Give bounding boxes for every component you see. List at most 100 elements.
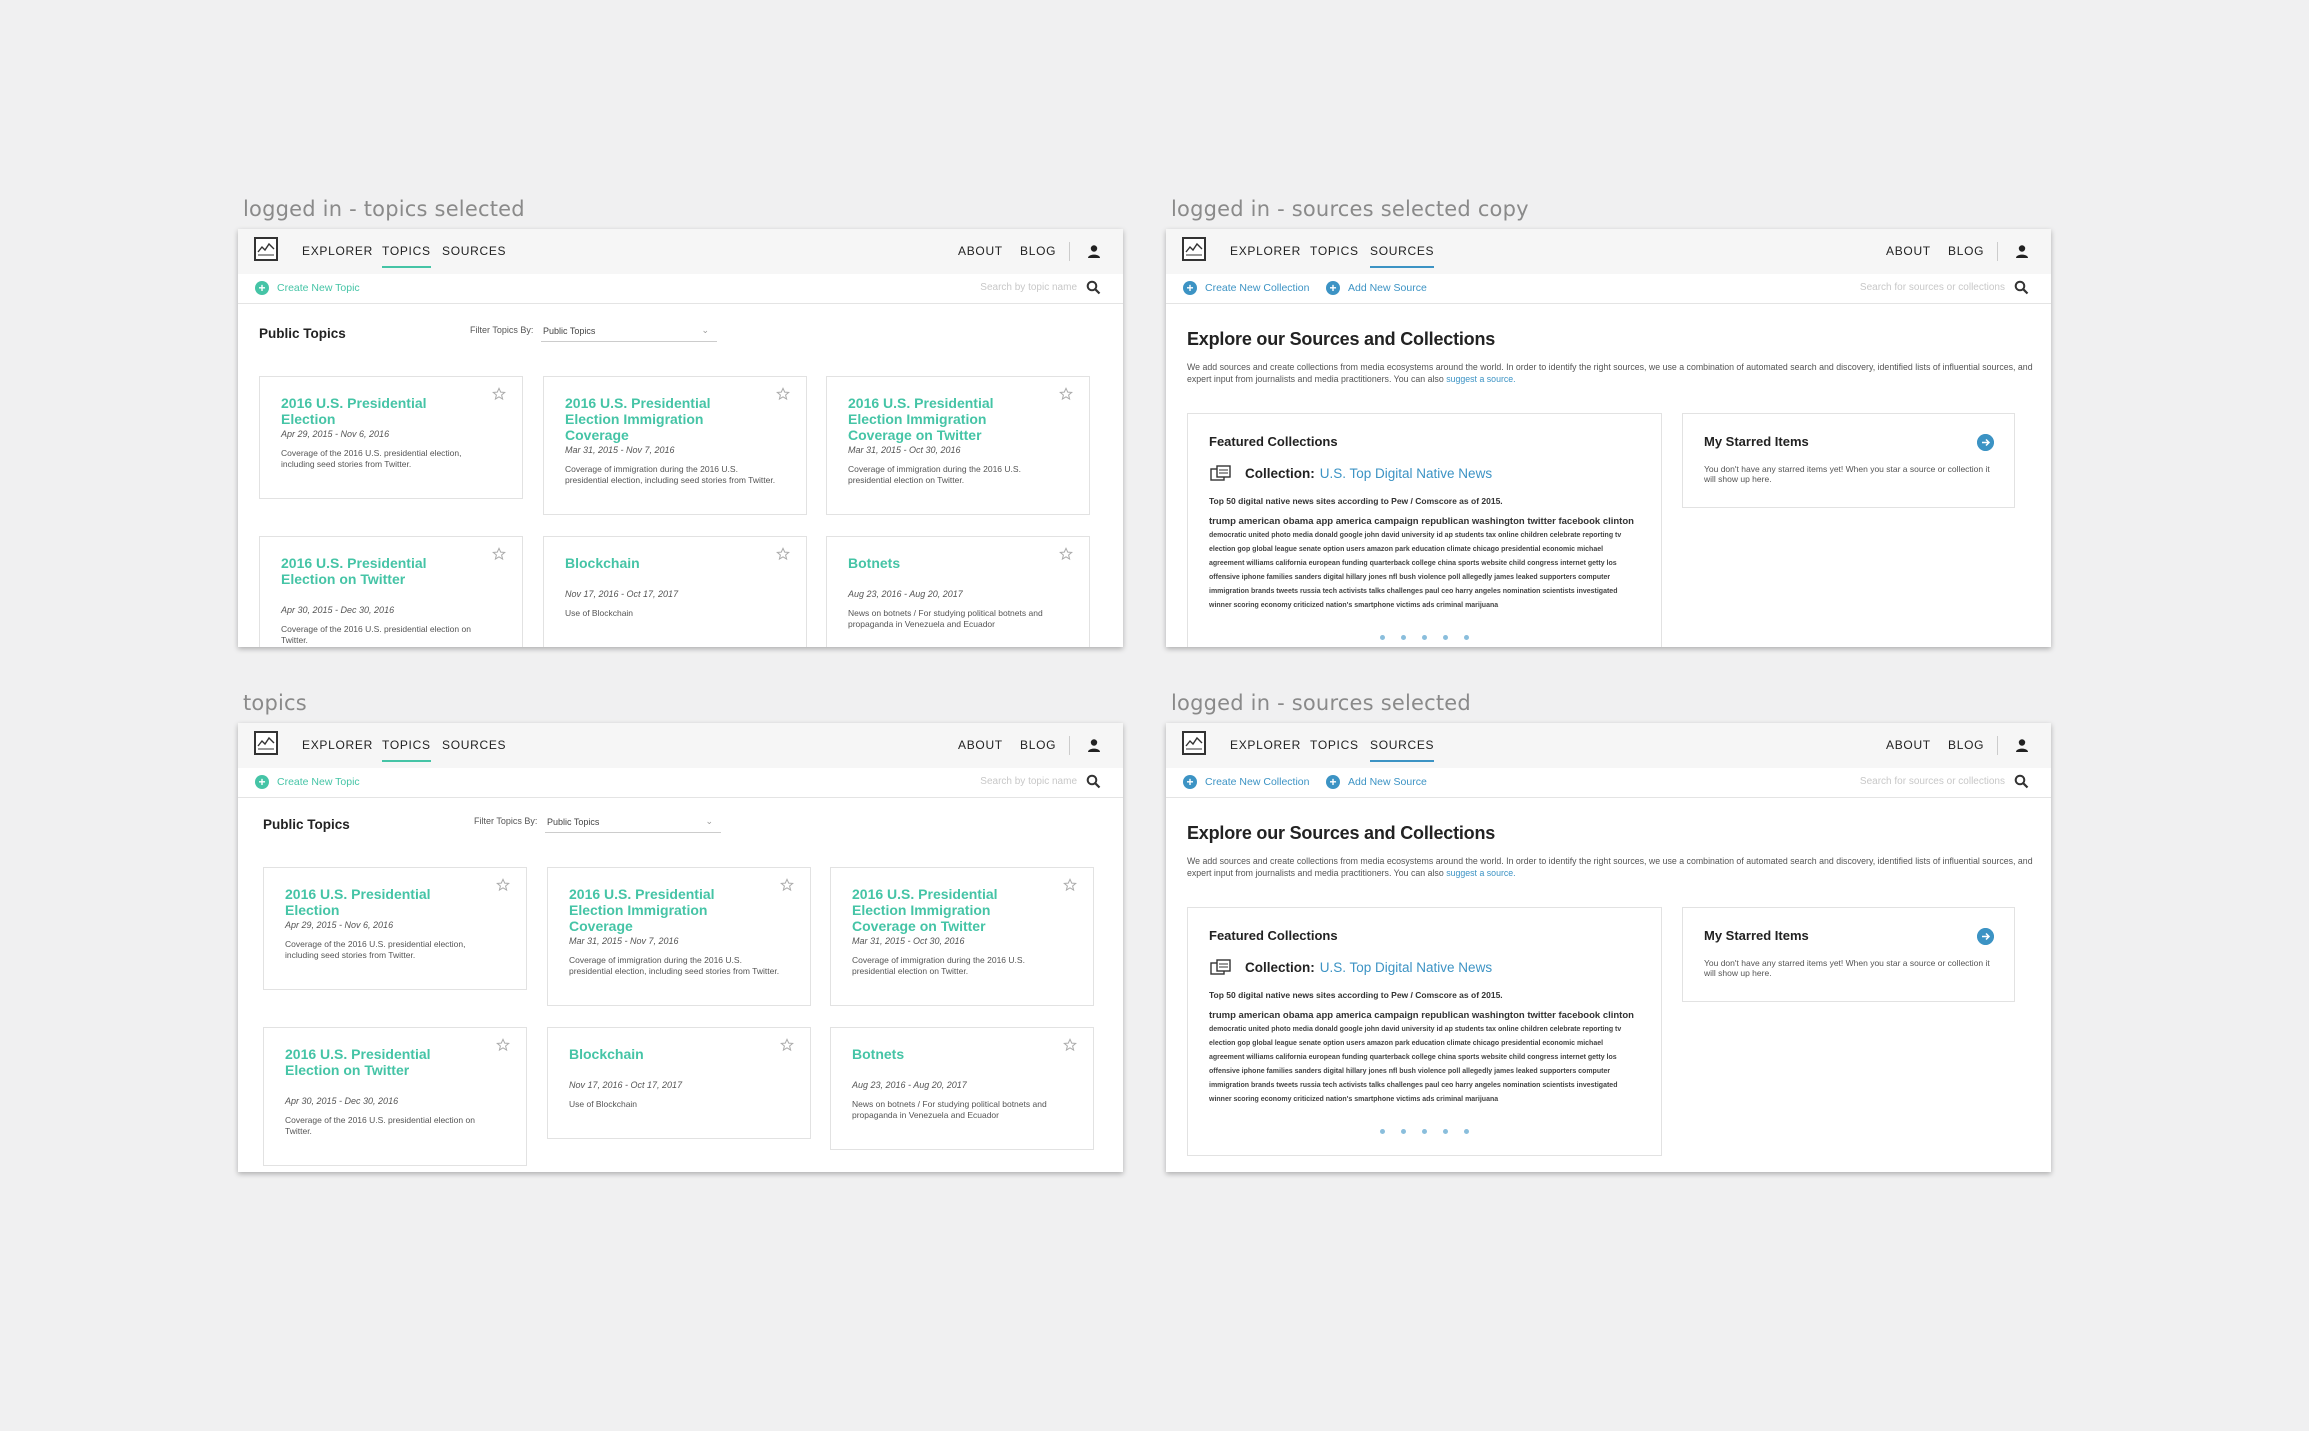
- search-icon[interactable]: [2014, 774, 2029, 789]
- topic-title[interactable]: 2016 U.S. Presidential Election Immigrat…: [565, 395, 765, 443]
- topic-title[interactable]: Blockchain: [565, 555, 765, 571]
- filter-select[interactable]: Public Topics ⌄: [541, 324, 717, 342]
- topic-description: Coverage of immigration during the 2016 …: [848, 464, 1021, 485]
- topic-title[interactable]: 2016 U.S. Presidential Election on Twitt…: [285, 1046, 485, 1078]
- arrow-right-icon[interactable]: [1977, 928, 1994, 945]
- topic-description: Coverage of immigration during the 2016 …: [569, 955, 780, 976]
- nav-sources[interactable]: SOURCES: [1370, 723, 1435, 768]
- topic-card[interactable]: 2016 U.S. Presidential Election Immigrat…: [543, 376, 807, 515]
- carousel-dots[interactable]: [1188, 1126, 1661, 1137]
- topic-card[interactable]: Blockchain Nov 17, 2016 - Oct 17, 2017 U…: [547, 1027, 811, 1139]
- nav-divider: [1069, 736, 1070, 755]
- user-icon[interactable]: [2015, 244, 2029, 259]
- nav-sources[interactable]: SOURCES: [442, 229, 506, 274]
- nav-divider: [1997, 242, 1998, 261]
- search-icon[interactable]: [2014, 280, 2029, 295]
- topic-date: Aug 23, 2016 - Aug 20, 2017: [852, 1080, 967, 1090]
- search-input[interactable]: Search by topic name: [980, 776, 1077, 787]
- nav-about[interactable]: ABOUT: [958, 229, 1003, 274]
- nav-blog[interactable]: BLOG: [1948, 229, 1984, 274]
- topic-card[interactable]: 2016 U.S. Presidential Election Apr 29, …: [259, 376, 523, 499]
- star-icon[interactable]: [776, 547, 790, 561]
- nav-blog[interactable]: BLOG: [1020, 229, 1056, 274]
- nav-explorer[interactable]: EXPLORER: [302, 723, 373, 768]
- search-input[interactable]: Search by topic name: [980, 282, 1077, 293]
- topic-card[interactable]: 2016 U.S. Presidential Election Apr 29, …: [263, 867, 527, 990]
- topic-card[interactable]: Blockchain Nov 17, 2016 - Oct 17, 2017 U…: [543, 536, 807, 647]
- topic-card[interactable]: 2016 U.S. Presidential Election on Twitt…: [259, 536, 523, 647]
- star-icon[interactable]: [780, 1038, 794, 1052]
- topic-card[interactable]: 2016 U.S. Presidential Election Immigrat…: [547, 867, 811, 1006]
- topics-screen: EXPLORER TOPICS SOURCES ABOUT BLOG + Crea…: [238, 229, 1123, 647]
- nav-topics[interactable]: TOPICS: [382, 723, 431, 768]
- topic-card[interactable]: 2016 U.S. Presidential Election Immigrat…: [826, 376, 1090, 515]
- top-nav: EXPLORER TOPICS SOURCES ABOUT BLOG: [1166, 723, 2051, 768]
- suggest-source-link[interactable]: suggest a source.: [1446, 374, 1515, 384]
- page-title: Public Topics: [259, 326, 346, 341]
- star-icon[interactable]: [1063, 878, 1077, 892]
- topic-title[interactable]: 2016 U.S. Presidential Election on Twitt…: [281, 555, 481, 587]
- collection-link[interactable]: U.S. Top Digital Native News: [1320, 466, 1492, 481]
- topic-title[interactable]: Botnets: [848, 555, 1048, 571]
- nav-about[interactable]: ABOUT: [1886, 229, 1931, 274]
- media-cloud-logo[interactable]: [1182, 731, 1206, 755]
- nav-about[interactable]: ABOUT: [1886, 723, 1931, 768]
- topic-title[interactable]: Blockchain: [569, 1046, 769, 1062]
- create-topic-button[interactable]: + Create New Topic: [255, 281, 360, 295]
- media-cloud-logo[interactable]: [1182, 237, 1206, 261]
- star-icon[interactable]: [1059, 547, 1073, 561]
- star-icon[interactable]: [776, 387, 790, 401]
- media-cloud-logo[interactable]: [254, 731, 278, 755]
- search-icon[interactable]: [1086, 280, 1101, 295]
- suggest-source-link[interactable]: suggest a source.: [1446, 868, 1515, 878]
- star-icon[interactable]: [780, 878, 794, 892]
- topic-title[interactable]: 2016 U.S. Presidential Election Immigrat…: [569, 886, 769, 934]
- topic-card[interactable]: 2016 U.S. Presidential Election Immigrat…: [830, 867, 1094, 1006]
- topic-card[interactable]: Botnets Aug 23, 2016 - Aug 20, 2017 News…: [830, 1027, 1094, 1150]
- user-icon[interactable]: [2015, 738, 2029, 753]
- topic-title[interactable]: Botnets: [852, 1046, 1052, 1062]
- create-topic-button[interactable]: + Create New Topic: [255, 775, 360, 789]
- search-input[interactable]: Search for sources or collections: [1860, 776, 2005, 787]
- topic-card[interactable]: Botnets Aug 23, 2016 - Aug 20, 2017 News…: [826, 536, 1090, 647]
- carousel-dots[interactable]: [1188, 632, 1661, 643]
- nav-topics[interactable]: TOPICS: [1310, 723, 1359, 768]
- top-nav: EXPLORER TOPICS SOURCES ABOUT BLOG: [1166, 229, 2051, 274]
- nav-about[interactable]: ABOUT: [958, 723, 1003, 768]
- search-icon[interactable]: [1086, 774, 1101, 789]
- media-cloud-logo[interactable]: [254, 237, 278, 261]
- create-collection-button[interactable]: + Create New Collection: [1183, 775, 1309, 789]
- search-input[interactable]: Search for sources or collections: [1860, 282, 2005, 293]
- card-title: My Starred Items: [1704, 434, 1809, 449]
- arrow-right-icon[interactable]: [1977, 434, 1994, 451]
- star-icon[interactable]: [1063, 1038, 1077, 1052]
- filter-select[interactable]: Public Topics ⌄: [545, 815, 721, 833]
- topic-title[interactable]: 2016 U.S. Presidential Election Immigrat…: [852, 886, 1052, 934]
- nav-blog[interactable]: BLOG: [1020, 723, 1056, 768]
- nav-topics[interactable]: TOPICS: [382, 229, 431, 274]
- topic-title[interactable]: 2016 U.S. Presidential Election Immigrat…: [848, 395, 1048, 443]
- star-icon[interactable]: [496, 878, 510, 892]
- user-icon[interactable]: [1087, 244, 1101, 259]
- topic-date: Apr 29, 2015 - Nov 6, 2016: [281, 429, 390, 439]
- star-icon[interactable]: [496, 1038, 510, 1052]
- nav-sources[interactable]: SOURCES: [442, 723, 506, 768]
- nav-explorer[interactable]: EXPLORER: [302, 229, 373, 274]
- nav-explorer[interactable]: EXPLORER: [1230, 229, 1301, 274]
- nav-topics[interactable]: TOPICS: [1310, 229, 1359, 274]
- star-icon[interactable]: [492, 387, 506, 401]
- user-icon[interactable]: [1087, 738, 1101, 753]
- nav-sources[interactable]: SOURCES: [1370, 229, 1435, 274]
- create-collection-button[interactable]: + Create New Collection: [1183, 281, 1309, 295]
- add-source-button[interactable]: + Add New Source: [1326, 281, 1427, 295]
- star-icon[interactable]: [1059, 387, 1073, 401]
- topic-title[interactable]: 2016 U.S. Presidential Election: [281, 395, 481, 427]
- star-icon[interactable]: [492, 547, 506, 561]
- collection-link[interactable]: U.S. Top Digital Native News: [1320, 960, 1492, 975]
- nav-blog[interactable]: BLOG: [1948, 723, 1984, 768]
- topic-card[interactable]: 2016 U.S. Presidential Election on Twitt…: [263, 1027, 527, 1166]
- add-source-button[interactable]: + Add New Source: [1326, 775, 1427, 789]
- artboard-label: logged in - sources selected copy: [1171, 197, 1529, 221]
- topic-title[interactable]: 2016 U.S. Presidential Election: [285, 886, 485, 918]
- nav-explorer[interactable]: EXPLORER: [1230, 723, 1301, 768]
